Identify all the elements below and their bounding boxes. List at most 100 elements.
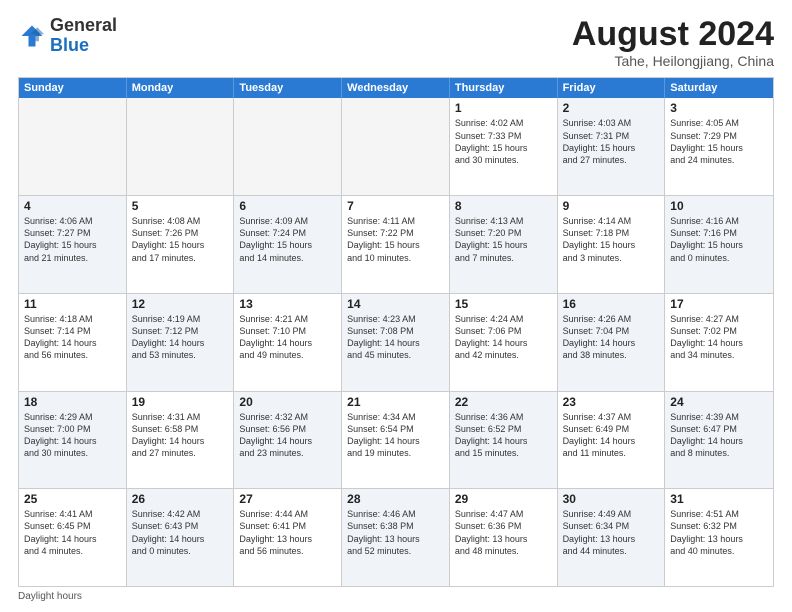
calendar-cell bbox=[19, 98, 127, 195]
calendar-cell: 15Sunrise: 4:24 AM Sunset: 7:06 PM Dayli… bbox=[450, 294, 558, 391]
title-block: August 2024 Tahe, Heilongjiang, China bbox=[572, 16, 774, 69]
calendar-cell: 19 Sunrise: 4:31 AM Sunset: 6:58 PM Dayli… bbox=[127, 392, 235, 489]
day-number: 19 bbox=[132, 395, 229, 409]
day-number: 28 bbox=[347, 492, 444, 506]
day-number: 16 bbox=[563, 297, 660, 311]
header: General Blue August 2024 Tahe, Heilongji… bbox=[18, 16, 774, 69]
calendar-row: 18 Sunrise: 4:29 AM Sunset: 7:00 PM Dayli… bbox=[19, 392, 773, 490]
calendar-row: 4 Sunrise: 4:06 AM Sunset: 7:27 PM Daylig… bbox=[19, 196, 773, 294]
calendar-body: 1 Sunrise: 4:02 AM Sunset: 7:33 PM Daylig… bbox=[19, 98, 773, 586]
day-number: 18 bbox=[24, 395, 121, 409]
calendar-cell: 9 Sunrise: 4:14 AM Sunset: 7:18 PM Daylig… bbox=[558, 196, 666, 293]
weekday-header: Wednesday bbox=[342, 78, 450, 98]
cell-info: Sunrise: 4:24 AM Sunset: 7:06 PM Dayligh… bbox=[455, 313, 552, 362]
cell-info: Sunrise: 4:29 AM Sunset: 7:00 PM Dayligh… bbox=[24, 411, 121, 460]
day-number: 26 bbox=[132, 492, 229, 506]
logo-icon bbox=[18, 22, 46, 50]
day-number: 29 bbox=[455, 492, 552, 506]
day-number: 27 bbox=[239, 492, 336, 506]
cell-info: Sunrise: 4:34 AM Sunset: 6:54 PM Dayligh… bbox=[347, 411, 444, 460]
day-number: 1 bbox=[455, 101, 552, 115]
cell-info: Sunrise: 4:32 AM Sunset: 6:56 PM Dayligh… bbox=[239, 411, 336, 460]
cell-info: Sunrise: 4:42 AM Sunset: 6:43 PM Dayligh… bbox=[132, 508, 229, 557]
day-number: 22 bbox=[455, 395, 552, 409]
calendar-cell: 4 Sunrise: 4:06 AM Sunset: 7:27 PM Daylig… bbox=[19, 196, 127, 293]
weekday-header: Thursday bbox=[450, 78, 558, 98]
calendar-cell: 20 Sunrise: 4:32 AM Sunset: 6:56 PM Dayli… bbox=[234, 392, 342, 489]
calendar-row: 25 Sunrise: 4:41 AM Sunset: 6:45 PM Dayli… bbox=[19, 489, 773, 586]
day-number: 4 bbox=[24, 199, 121, 213]
calendar-cell: 31 Sunrise: 4:51 AM Sunset: 6:32 PM Dayli… bbox=[665, 489, 773, 586]
day-number: 23 bbox=[563, 395, 660, 409]
calendar-cell bbox=[342, 98, 450, 195]
cell-info: Sunrise: 4:19 AM Sunset: 7:12 PM Dayligh… bbox=[132, 313, 229, 362]
calendar-cell: 23 Sunrise: 4:37 AM Sunset: 6:49 PM Dayli… bbox=[558, 392, 666, 489]
calendar-cell: 17Sunrise: 4:27 AM Sunset: 7:02 PM Dayli… bbox=[665, 294, 773, 391]
calendar-cell: 5Sunrise: 4:08 AM Sunset: 7:26 PM Daylig… bbox=[127, 196, 235, 293]
weekday-header: Friday bbox=[558, 78, 666, 98]
cell-info: Sunrise: 4:02 AM Sunset: 7:33 PM Dayligh… bbox=[455, 117, 552, 166]
calendar-cell: 25 Sunrise: 4:41 AM Sunset: 6:45 PM Dayli… bbox=[19, 489, 127, 586]
day-number: 12 bbox=[132, 297, 229, 311]
day-number: 11 bbox=[24, 297, 121, 311]
cell-info: Sunrise: 4:18 AM Sunset: 7:14 PM Dayligh… bbox=[24, 313, 121, 362]
calendar-cell bbox=[234, 98, 342, 195]
day-number: 21 bbox=[347, 395, 444, 409]
calendar-row: 1 Sunrise: 4:02 AM Sunset: 7:33 PM Daylig… bbox=[19, 98, 773, 196]
calendar-cell: 30 Sunrise: 4:49 AM Sunset: 6:34 PM Dayli… bbox=[558, 489, 666, 586]
calendar-cell bbox=[127, 98, 235, 195]
cell-info: Sunrise: 4:41 AM Sunset: 6:45 PM Dayligh… bbox=[24, 508, 121, 557]
month-title: August 2024 bbox=[572, 16, 774, 53]
calendar-cell: 16 Sunrise: 4:26 AM Sunset: 7:04 PM Dayli… bbox=[558, 294, 666, 391]
cell-info: Sunrise: 4:27 AM Sunset: 7:02 PM Dayligh… bbox=[670, 313, 768, 362]
day-number: 13 bbox=[239, 297, 336, 311]
location: Tahe, Heilongjiang, China bbox=[572, 53, 774, 69]
calendar-cell: 7 Sunrise: 4:11 AM Sunset: 7:22 PM Daylig… bbox=[342, 196, 450, 293]
cell-info: Sunrise: 4:37 AM Sunset: 6:49 PM Dayligh… bbox=[563, 411, 660, 460]
day-number: 31 bbox=[670, 492, 768, 506]
day-number: 3 bbox=[670, 101, 768, 115]
cell-info: Sunrise: 4:14 AM Sunset: 7:18 PM Dayligh… bbox=[563, 215, 660, 264]
page: General Blue August 2024 Tahe, Heilongji… bbox=[0, 0, 792, 612]
calendar-cell: 22Sunrise: 4:36 AM Sunset: 6:52 PM Dayli… bbox=[450, 392, 558, 489]
calendar-cell: 24Sunrise: 4:39 AM Sunset: 6:47 PM Dayli… bbox=[665, 392, 773, 489]
day-number: 25 bbox=[24, 492, 121, 506]
day-number: 20 bbox=[239, 395, 336, 409]
cell-info: Sunrise: 4:11 AM Sunset: 7:22 PM Dayligh… bbox=[347, 215, 444, 264]
cell-info: Sunrise: 4:51 AM Sunset: 6:32 PM Dayligh… bbox=[670, 508, 768, 557]
cell-info: Sunrise: 4:39 AM Sunset: 6:47 PM Dayligh… bbox=[670, 411, 768, 460]
day-number: 7 bbox=[347, 199, 444, 213]
day-number: 8 bbox=[455, 199, 552, 213]
weekday-header: Tuesday bbox=[234, 78, 342, 98]
calendar-cell: 21 Sunrise: 4:34 AM Sunset: 6:54 PM Dayli… bbox=[342, 392, 450, 489]
cell-info: Sunrise: 4:08 AM Sunset: 7:26 PM Dayligh… bbox=[132, 215, 229, 264]
day-number: 9 bbox=[563, 199, 660, 213]
cell-info: Sunrise: 4:31 AM Sunset: 6:58 PM Dayligh… bbox=[132, 411, 229, 460]
cell-info: Sunrise: 4:23 AM Sunset: 7:08 PM Dayligh… bbox=[347, 313, 444, 362]
footer-note: Daylight hours bbox=[18, 591, 774, 602]
day-number: 10 bbox=[670, 199, 768, 213]
calendar-cell: 3Sunrise: 4:05 AM Sunset: 7:29 PM Daylig… bbox=[665, 98, 773, 195]
calendar-cell: 27 Sunrise: 4:44 AM Sunset: 6:41 PM Dayli… bbox=[234, 489, 342, 586]
calendar-cell: 28Sunrise: 4:46 AM Sunset: 6:38 PM Dayli… bbox=[342, 489, 450, 586]
day-number: 2 bbox=[563, 101, 660, 115]
day-number: 14 bbox=[347, 297, 444, 311]
calendar-cell: 11 Sunrise: 4:18 AM Sunset: 7:14 PM Dayli… bbox=[19, 294, 127, 391]
cell-info: Sunrise: 4:06 AM Sunset: 7:27 PM Dayligh… bbox=[24, 215, 121, 264]
calendar-header: SundayMondayTuesdayWednesdayThursdayFrid… bbox=[19, 78, 773, 98]
cell-info: Sunrise: 4:03 AM Sunset: 7:31 PM Dayligh… bbox=[563, 117, 660, 166]
cell-info: Sunrise: 4:49 AM Sunset: 6:34 PM Dayligh… bbox=[563, 508, 660, 557]
logo: General Blue bbox=[18, 16, 117, 56]
logo-text: General Blue bbox=[50, 16, 117, 56]
weekday-header: Saturday bbox=[665, 78, 773, 98]
calendar-cell: 2 Sunrise: 4:03 AM Sunset: 7:31 PM Daylig… bbox=[558, 98, 666, 195]
day-number: 30 bbox=[563, 492, 660, 506]
cell-info: Sunrise: 4:13 AM Sunset: 7:20 PM Dayligh… bbox=[455, 215, 552, 264]
cell-info: Sunrise: 4:21 AM Sunset: 7:10 PM Dayligh… bbox=[239, 313, 336, 362]
calendar: SundayMondayTuesdayWednesdayThursdayFrid… bbox=[18, 77, 774, 587]
calendar-cell: 1 Sunrise: 4:02 AM Sunset: 7:33 PM Daylig… bbox=[450, 98, 558, 195]
cell-info: Sunrise: 4:44 AM Sunset: 6:41 PM Dayligh… bbox=[239, 508, 336, 557]
cell-info: Sunrise: 4:26 AM Sunset: 7:04 PM Dayligh… bbox=[563, 313, 660, 362]
calendar-cell: 29Sunrise: 4:47 AM Sunset: 6:36 PM Dayli… bbox=[450, 489, 558, 586]
calendar-row: 11 Sunrise: 4:18 AM Sunset: 7:14 PM Dayli… bbox=[19, 294, 773, 392]
